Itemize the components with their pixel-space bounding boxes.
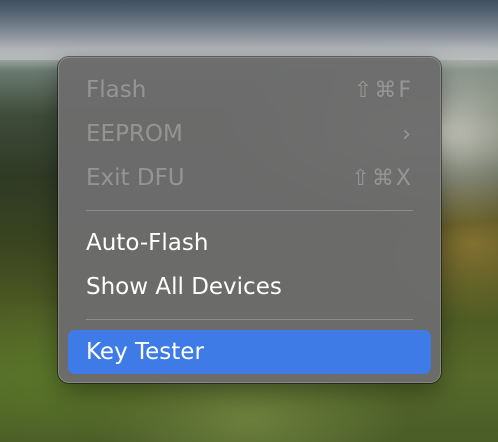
menu-item-eeprom[interactable]: EEPROM › bbox=[68, 112, 431, 156]
menu-separator bbox=[86, 319, 413, 320]
wallpaper-sky bbox=[0, 0, 498, 60]
desktop-background: Flash ⇧⌘F EEPROM › Exit DFU ⇧⌘X Auto-Fla… bbox=[0, 0, 498, 442]
shortcut-label: ⇧⌘X bbox=[351, 165, 413, 191]
menu-separator bbox=[86, 210, 413, 211]
chevron-right-icon: › bbox=[402, 121, 413, 147]
menu-item-label: Auto-Flash bbox=[86, 230, 209, 256]
shortcut-label: ⇧⌘F bbox=[353, 77, 413, 103]
menu-item-label: Key Tester bbox=[86, 339, 204, 365]
menu-item-auto-flash[interactable]: Auto-Flash bbox=[68, 221, 431, 265]
menu-item-key-tester[interactable]: Key Tester bbox=[68, 330, 431, 374]
menu-item-label: Exit DFU bbox=[86, 165, 185, 191]
menu-item-exit-dfu[interactable]: Exit DFU ⇧⌘X bbox=[68, 156, 431, 200]
menu-item-label: EEPROM bbox=[86, 121, 183, 147]
menu-item-show-all-devices[interactable]: Show All Devices bbox=[68, 265, 431, 309]
menu-item-flash[interactable]: Flash ⇧⌘F bbox=[68, 68, 431, 112]
menu-item-label: Show All Devices bbox=[86, 274, 282, 300]
menu-item-label: Flash bbox=[86, 77, 147, 103]
context-menu: Flash ⇧⌘F EEPROM › Exit DFU ⇧⌘X Auto-Fla… bbox=[58, 57, 441, 383]
